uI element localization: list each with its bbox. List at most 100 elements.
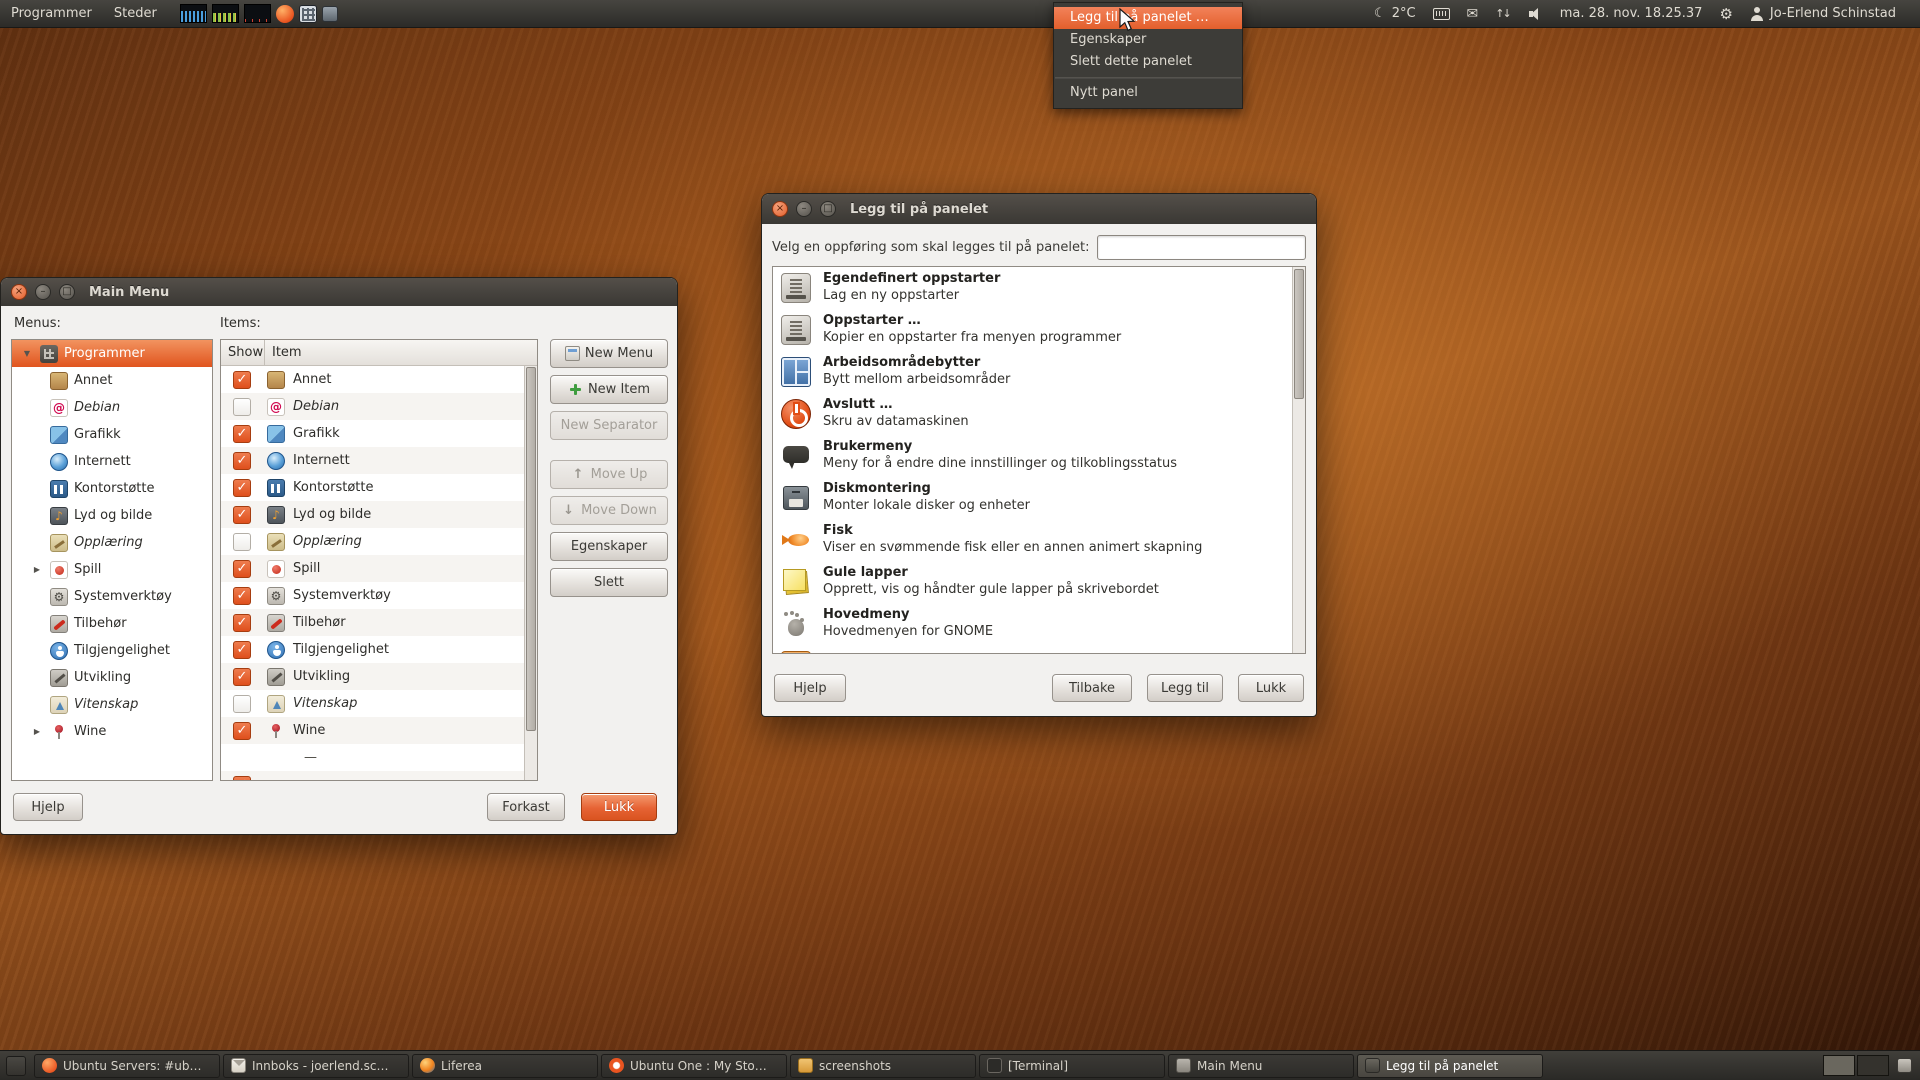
expander-icon[interactable]: ▼ [20,349,34,358]
close-icon[interactable]: × [772,201,788,217]
show-checkbox[interactable]: ✓ [233,614,251,632]
tree-row-kontorst-tte[interactable]: Kontorstøtte [12,475,212,502]
show-checkbox[interactable]: ✓ [233,506,251,524]
launcher-applet-icon[interactable] [276,5,294,23]
tree-row-vitenskap[interactable]: Vitenskap [12,691,212,718]
context-menu-item-slett-dette-panelet[interactable]: Slett dette panelet [1054,51,1242,73]
show-checkbox[interactable]: ✓ [233,641,251,659]
scrollbar-thumb[interactable] [526,367,536,731]
items-scrollbar[interactable] [524,366,537,780]
applet-row-indikator-miniprogram[interactable]: Indikator miniprogram [773,645,1305,654]
close-icon[interactable]: × [11,284,27,300]
taskbar-button-liferea[interactable]: Liferea [412,1054,598,1078]
taskbar-button-ubuntu-servers-ub[interactable]: Ubuntu Servers: #ub… [34,1054,220,1078]
item-row-internett[interactable]: ✓Internett [221,447,537,474]
taskbar-button-main-menu[interactable]: Main Menu [1168,1054,1354,1078]
item-row-systemverkt-y[interactable]: ✓Systemverktøy [221,582,537,609]
show-checkbox[interactable]: ✓ [233,425,251,443]
tray-applet-icon[interactable] [1897,1058,1912,1073]
system-monitor-network-icon[interactable] [244,4,271,23]
item-row-kontorst-tte[interactable]: ✓Kontorstøtte [221,474,537,501]
applet-row-diskmontering[interactable]: DiskmonteringMonter lokale disker og enh… [773,477,1305,519]
item-row-annet[interactable]: ✓Annet [221,366,537,393]
applet-row-fisk[interactable]: FiskViser en svømmende fisk eller en ann… [773,519,1305,561]
add-button[interactable]: Legg til [1147,674,1223,702]
minimize-icon[interactable]: – [35,284,51,300]
item-row-spill[interactable]: ✓Spill [221,555,537,582]
dialog-scrollbar[interactable] [1292,267,1305,653]
show-checkbox[interactable]: ✓ [233,371,251,389]
network-indicator-icon[interactable]: ↑↓ [1495,7,1511,20]
user-menu[interactable]: Jo-Erlend Schinstad [1750,6,1896,21]
taskbar-button-screenshots[interactable]: screenshots [790,1054,976,1078]
taskbar-button-ubuntu-one-my-sto[interactable]: Ubuntu One : My Sto… [601,1054,787,1078]
show-checkbox[interactable] [233,695,251,713]
workspace-1[interactable] [1823,1055,1855,1076]
search-input[interactable] [1097,235,1306,260]
item-row-tilbeh-r[interactable]: ✓Tilbehør [221,609,537,636]
workspace-2[interactable] [1857,1055,1889,1076]
maximize-icon[interactable]: □ [820,201,836,217]
item-row-item[interactable]: ✓ [221,771,537,780]
item-row-tilgjengelighet[interactable]: ✓Tilgjengelighet [221,636,537,663]
move-up-button[interactable]: Move Up [550,460,668,489]
clock-indicator[interactable]: ma. 28. nov. 18.25.37 [1560,6,1703,21]
show-desktop-icon[interactable] [6,1056,26,1076]
show-checkbox[interactable]: ✓ [233,452,251,470]
show-checkbox[interactable]: ✓ [233,479,251,497]
system-monitor-memory-icon[interactable] [212,4,239,23]
new-menu-button[interactable]: New Menu [550,339,668,368]
item-row-vitenskap[interactable]: Vitenskap [221,690,537,717]
item-row-lyd-og-bilde[interactable]: ✓Lyd og bilde [221,501,537,528]
show-checkbox[interactable]: ✓ [233,560,251,578]
tree-row-oppl-ring[interactable]: Opplæring [12,529,212,556]
taskbar-button-terminal[interactable]: [Terminal] [979,1054,1165,1078]
show-checkbox[interactable]: ✓ [233,587,251,605]
help-button[interactable]: Hjelp [13,793,83,821]
show-checkbox[interactable]: ✓ [233,722,251,740]
tree-row-lyd-og-bilde[interactable]: Lyd og bilde [12,502,212,529]
tree-row-internett[interactable]: Internett [12,448,212,475]
item-row-debian[interactable]: Debian [221,393,537,420]
new-separator-button[interactable]: New Separator [550,411,668,440]
applet-row-avslutt[interactable]: Avslutt …Skru av datamaskinen [773,393,1305,435]
applet-row-egendefinert-oppstarter[interactable]: Egendefinert oppstarterLag en ny oppstar… [773,267,1305,309]
grid-applet-icon[interactable] [299,5,317,23]
expander-icon[interactable]: ▶ [30,565,44,574]
session-gear-icon[interactable]: ⚙ [1719,5,1732,23]
taskbar-button-legg-til-p-panelet[interactable]: Legg til på panelet [1357,1054,1543,1078]
taskbar-button-innboks-joerlend-sc[interactable]: Innboks - joerlend.sc… [223,1054,409,1078]
show-checkbox[interactable] [233,533,251,551]
applet-row-gule-lapper[interactable]: Gule lapperOpprett, vis og håndter gule … [773,561,1305,603]
column-header-show[interactable]: Show [221,340,265,365]
item-row-utvikling[interactable]: ✓Utvikling [221,663,537,690]
tree-row-debian[interactable]: Debian [12,394,212,421]
panel-menu-steder[interactable]: Steder [103,0,168,27]
separator-row[interactable]: — [221,744,537,771]
expander-icon[interactable]: ▶ [30,727,44,736]
applet-row-hovedmeny[interactable]: HovedmenyHovedmenyen for GNOME [773,603,1305,645]
panel-menu-programmer[interactable]: Programmer [0,0,103,27]
weather-indicator[interactable]: ☾ 2°C [1374,6,1416,21]
mail-indicator-icon[interactable]: ✉ [1467,6,1479,22]
main-menu-titlebar[interactable]: × – □ Main Menu [1,278,677,306]
show-checkbox[interactable] [233,398,251,416]
move-down-button[interactable]: Move Down [550,496,668,525]
dialog-titlebar[interactable]: × – □ Legg til på panelet [762,194,1316,224]
tree-row-tilgjengelighet[interactable]: Tilgjengelighet [12,637,212,664]
item-row-oppl-ring[interactable]: Opplæring [221,528,537,555]
egenskaper-button[interactable]: Egenskaper [550,532,668,561]
item-row-wine[interactable]: ✓Wine [221,717,537,744]
applet-row-oppstarter[interactable]: Oppstarter …Kopier en oppstarter fra men… [773,309,1305,351]
maximize-icon[interactable]: □ [59,284,75,300]
close-dialog-button[interactable]: Lukk [1238,674,1304,702]
tree-row-annet[interactable]: Annet [12,367,212,394]
show-checkbox[interactable]: ✓ [233,668,251,686]
context-menu-item-legg-til-p-panelet[interactable]: Legg til på panelet … [1054,7,1242,29]
tree-row-systemverkt-y[interactable]: Systemverktøy [12,583,212,610]
revert-button[interactable]: Forkast [487,793,565,821]
context-menu-item-nytt-panel[interactable]: Nytt panel [1054,82,1242,104]
keyboard-indicator-icon[interactable] [1433,8,1450,20]
tree-row-wine[interactable]: ▶Wine [12,718,212,745]
minimize-icon[interactable]: – [796,201,812,217]
